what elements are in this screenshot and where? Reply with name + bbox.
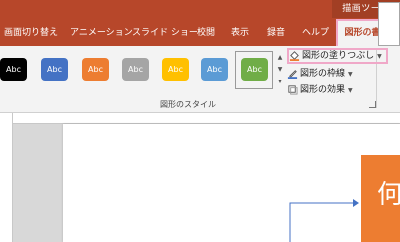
style-swatch-green[interactable]: Abc	[241, 58, 268, 81]
ribbon-tabs: 画面切り替え アニメーション スライド ショー 校閲 表示 録音 ヘルプ 図形の…	[0, 18, 400, 46]
tab-view[interactable]: 表示	[231, 18, 249, 46]
tab-review[interactable]: 校閲	[197, 18, 215, 46]
style-swatch-blue[interactable]: Abc	[41, 58, 68, 81]
style-swatch-orange[interactable]: Abc	[82, 58, 109, 81]
chevron-down-icon: ▼	[348, 71, 353, 78]
tab-slide-show[interactable]: スライド ショー	[132, 18, 198, 46]
adjacent-gallery-panel[interactable]	[378, 2, 400, 46]
style-swatch-gray[interactable]: Abc	[122, 58, 149, 81]
dialog-launcher-icon[interactable]	[369, 101, 376, 108]
shape-fill-label: 図形の塗りつぶし	[302, 51, 375, 61]
shape-styles-group-label: 図形のスタイル	[160, 100, 216, 109]
tab-help[interactable]: ヘルプ	[302, 18, 329, 46]
vertical-ruler	[0, 113, 13, 242]
scroll-down-icon[interactable]: ▼	[276, 64, 284, 76]
slide-canvas[interactable]	[63, 124, 400, 242]
shape-effects-button[interactable]: 図形の効果 ▼	[287, 82, 353, 98]
paint-bucket-icon	[289, 51, 300, 61]
ribbon-panel: Abc Abc Abc Abc Abc Abc Abc ▲ ▼ ▾ 図形のスタイ…	[0, 46, 400, 113]
chevron-down-icon: ▼	[348, 87, 353, 94]
shape-outline-label: 図形の枠線	[300, 69, 346, 79]
shape-fill-button[interactable]: 図形の塗りつぶし ▼	[287, 48, 388, 64]
style-swatch-black[interactable]: Abc	[0, 58, 27, 81]
gallery-more-icon[interactable]: ▾	[276, 76, 284, 88]
pen-outline-icon	[287, 70, 298, 79]
tab-transitions[interactable]: 画面切り替え	[4, 18, 58, 46]
style-swatch-gold[interactable]: Abc	[162, 58, 189, 81]
shape-effects-icon	[288, 85, 298, 95]
style-swatch-light-blue[interactable]: Abc	[201, 58, 228, 81]
tab-animations[interactable]: アニメーション	[70, 18, 133, 46]
connector-arrow[interactable]	[63, 124, 400, 242]
shape-effects-label: 図形の効果	[300, 85, 346, 95]
orange-shape[interactable]: 何	[361, 155, 400, 242]
tab-record[interactable]: 録音	[267, 18, 285, 46]
style-gallery-scroll[interactable]: ▲ ▼ ▾	[276, 52, 284, 90]
shape-outline-button[interactable]: 図形の枠線 ▼	[287, 66, 353, 82]
scroll-up-icon[interactable]: ▲	[276, 52, 284, 64]
chevron-down-icon: ▼	[377, 53, 382, 60]
horizontal-ruler	[12, 113, 400, 124]
